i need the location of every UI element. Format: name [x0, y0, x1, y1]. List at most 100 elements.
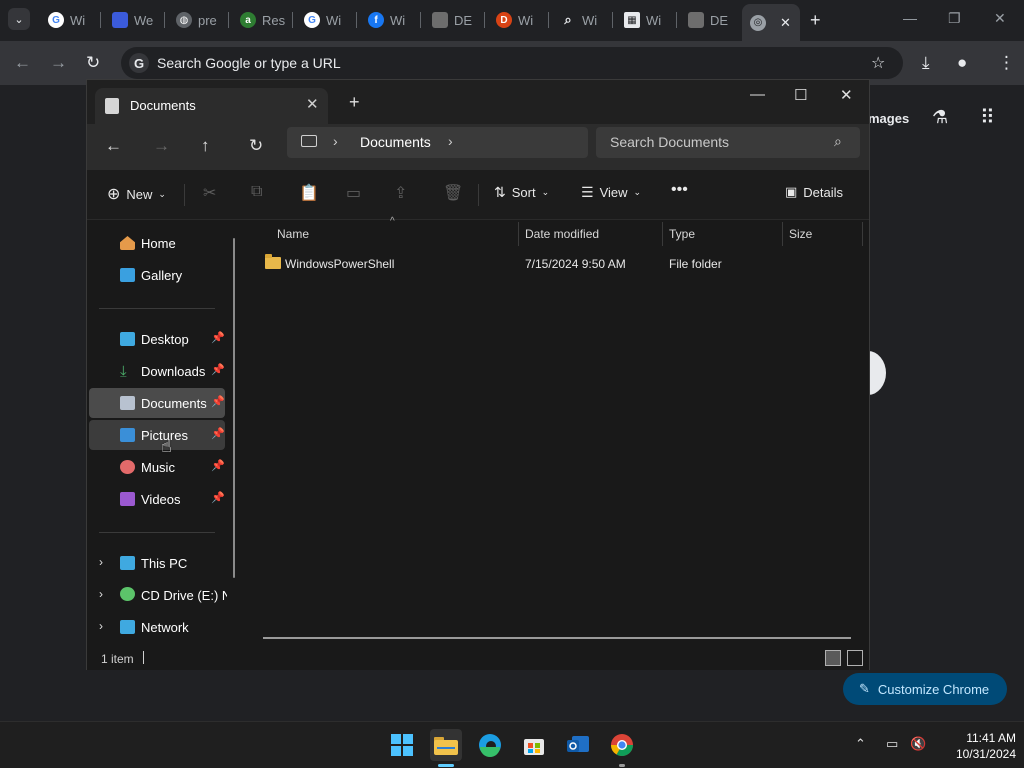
site-icon: [432, 12, 448, 28]
sort-button[interactable]: ⇅ Sort ⌄: [494, 184, 549, 201]
taskbar-outlook[interactable]: [562, 729, 594, 761]
up-icon[interactable]: ↑: [201, 136, 210, 156]
nav-scrollbar[interactable]: [233, 238, 235, 578]
nav-item-desktop[interactable]: Desktop 📌: [89, 324, 225, 354]
close-tab-icon[interactable]: ✕: [306, 95, 319, 113]
column-separator[interactable]: [518, 222, 519, 246]
details-button[interactable]: ▣ Details: [785, 184, 843, 200]
close-icon[interactable]: ✕: [780, 15, 791, 31]
images-link[interactable]: mages: [868, 111, 909, 126]
nav-item-network[interactable]: › Network: [89, 612, 225, 642]
nav-item-this-pc[interactable]: › This PC: [89, 548, 225, 578]
chrome-tab[interactable]: DE: [680, 7, 738, 33]
omnibox[interactable]: G Search Google or type a URL ☆: [121, 47, 903, 79]
apps-grid-icon[interactable]: ⠿: [980, 105, 995, 130]
minimize-icon[interactable]: —: [903, 10, 917, 26]
minimize-icon[interactable]: —: [750, 86, 765, 103]
share-icon[interactable]: ⇪: [394, 183, 407, 203]
chrome-tab[interactable]: ⌕ Wi: [552, 7, 610, 33]
chevron-right-icon[interactable]: ›: [99, 619, 103, 633]
nav-item-downloads[interactable]: ⤓ Downloads 📌: [89, 356, 225, 386]
file-row[interactable]: WindowsPowerShell 7/15/2024 9:50 AM File…: [261, 254, 861, 276]
taskbar-chrome[interactable]: [606, 729, 638, 761]
pin-icon[interactable]: 📌: [211, 331, 225, 344]
chevron-right-icon[interactable]: ›: [333, 133, 338, 149]
more-options-icon[interactable]: •••: [671, 181, 688, 199]
forward-icon[interactable]: →: [153, 136, 170, 156]
taskbar-edge[interactable]: [474, 729, 506, 761]
profile-icon[interactable]: ●: [957, 53, 967, 73]
refresh-icon[interactable]: ↻: [249, 136, 263, 156]
close-window-icon[interactable]: ✕: [994, 10, 1006, 27]
taskbar-store[interactable]: [518, 729, 550, 761]
taskbar-file-explorer[interactable]: [430, 729, 462, 761]
nav-item-videos[interactable]: Videos 📌: [89, 484, 225, 514]
search-input[interactable]: Search Documents ⌕: [596, 127, 860, 158]
pin-icon[interactable]: 📌: [211, 459, 225, 472]
pin-icon[interactable]: 📌: [211, 395, 225, 408]
tiles-view-icon[interactable]: [847, 650, 863, 666]
back-icon[interactable]: ←: [105, 136, 122, 156]
nav-item-cd-drive[interactable]: › CD Drive (E:) NC: [89, 580, 227, 610]
copy-icon[interactable]: ⧉: [251, 183, 262, 201]
column-header-type[interactable]: Type: [669, 227, 695, 241]
network-display-icon[interactable]: ▭: [886, 736, 898, 752]
chrome-tab[interactable]: D Wi: [488, 7, 546, 33]
nav-item-home[interactable]: Home: [89, 228, 225, 258]
column-separator[interactable]: [782, 222, 783, 246]
forward-icon[interactable]: →: [50, 53, 67, 73]
chrome-tab[interactable]: ◍ pre: [168, 7, 226, 33]
chrome-tab-active[interactable]: ◎ ✕: [742, 4, 800, 41]
new-tab-button[interactable]: +: [349, 92, 360, 113]
chevron-right-icon[interactable]: ›: [99, 555, 103, 569]
chevron-right-icon[interactable]: ›: [99, 587, 103, 601]
nav-item-music[interactable]: Music 📌: [89, 452, 225, 482]
cut-icon[interactable]: ✂: [203, 183, 216, 203]
restore-icon[interactable]: ❐: [948, 10, 961, 27]
column-separator[interactable]: [862, 222, 863, 246]
bookmark-star-icon[interactable]: ☆: [871, 53, 885, 73]
system-clock[interactable]: 11:41 AM 10/31/2024: [940, 730, 1016, 762]
nav-item-gallery[interactable]: Gallery: [89, 260, 225, 290]
back-icon[interactable]: ←: [14, 53, 31, 73]
chrome-tab[interactable]: DE: [424, 7, 482, 33]
chevron-right-icon[interactable]: ›: [448, 133, 453, 149]
chrome-tab[interactable]: G Wi: [40, 7, 98, 33]
download-icon[interactable]: ⤓: [922, 53, 930, 73]
volume-muted-icon[interactable]: 🔇: [910, 736, 926, 752]
new-tab-button[interactable]: +: [810, 10, 821, 31]
show-hidden-icons-chevron-icon[interactable]: ⌃: [855, 736, 866, 752]
column-separator[interactable]: [662, 222, 663, 246]
address-bar[interactable]: › Documents ›: [287, 127, 588, 158]
breadcrumb-documents[interactable]: Documents: [360, 134, 431, 150]
delete-icon[interactable]: 🗑: [443, 183, 463, 203]
close-window-icon[interactable]: ✕: [840, 86, 853, 104]
column-header-name[interactable]: Name: [277, 227, 309, 241]
paste-icon[interactable]: 📋: [299, 183, 319, 203]
nav-item-documents[interactable]: Documents 📌: [89, 388, 225, 418]
chrome-tab[interactable]: f Wi: [360, 7, 418, 33]
reload-icon[interactable]: ↻: [86, 53, 100, 73]
rename-icon[interactable]: ▭: [346, 183, 361, 203]
customize-chrome-button[interactable]: ✎ Customize Chrome: [843, 673, 1007, 705]
column-header-date[interactable]: Date modified: [525, 227, 599, 241]
chrome-tab[interactable]: ▦ Wi: [616, 7, 674, 33]
labs-flask-icon[interactable]: ⚗: [932, 107, 948, 128]
pin-icon[interactable]: 📌: [211, 491, 225, 504]
maximize-icon[interactable]: ☐: [794, 86, 807, 104]
start-button[interactable]: [386, 729, 418, 761]
details-view-icon[interactable]: [825, 650, 841, 666]
new-button[interactable]: ⊕ New ⌄: [107, 184, 166, 204]
view-button[interactable]: ☰ View ⌄: [581, 184, 641, 201]
pin-icon[interactable]: 📌: [211, 427, 225, 440]
chrome-tab[interactable]: G Wi: [296, 7, 354, 33]
nav-item-pictures[interactable]: Pictures 📌: [89, 420, 225, 450]
tab-search-button[interactable]: ⌄: [8, 8, 30, 30]
chrome-tab[interactable]: a Res: [232, 7, 290, 33]
kebab-menu-icon[interactable]: ⋮: [998, 53, 1015, 73]
explorer-tab[interactable]: Documents ✕: [95, 88, 328, 124]
chrome-tab[interactable]: We: [104, 7, 162, 33]
column-header-size[interactable]: Size: [789, 227, 812, 241]
pin-icon[interactable]: 📌: [211, 363, 225, 376]
horizontal-scrollbar[interactable]: [263, 637, 851, 639]
